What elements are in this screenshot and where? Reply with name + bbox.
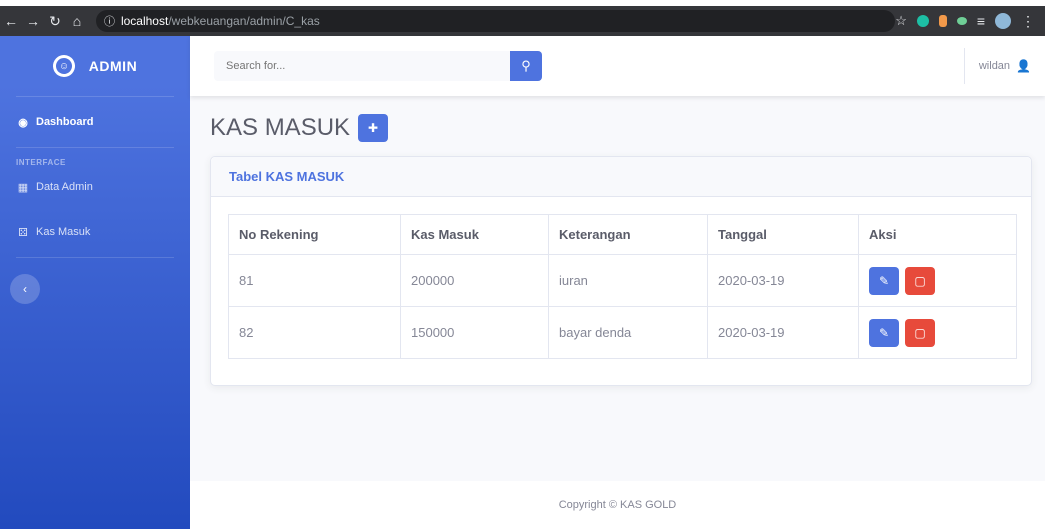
users-icon: ⚄ bbox=[18, 226, 28, 239]
cell-aksi: ✎ ▢ bbox=[858, 254, 1017, 307]
table-row: 81 200000 iuran 2020-03-19 ✎ ▢ bbox=[228, 254, 1017, 307]
column-header: No Rekening bbox=[228, 214, 401, 255]
card-header: Tabel KAS MASUK bbox=[211, 157, 1031, 197]
edit-button[interactable]: ✎ bbox=[869, 318, 899, 347]
cell-tanggal: 2020-03-19 bbox=[707, 254, 859, 307]
topbar: ⚲ wildan 👤 bbox=[190, 36, 1045, 96]
forward-icon[interactable]: → bbox=[22, 13, 44, 29]
info-icon[interactable]: ⓘ bbox=[104, 13, 115, 29]
column-header: Keterangan bbox=[548, 214, 708, 255]
home-icon[interactable]: ⌂ bbox=[66, 13, 88, 29]
sidebar-item-dashboard[interactable]: ◉ Dashboard bbox=[0, 97, 190, 147]
cell-aksi: ✎ ▢ bbox=[858, 306, 1017, 359]
pencil-icon: ✎ bbox=[878, 325, 890, 340]
table-icon: ▦ bbox=[17, 181, 29, 194]
column-header: Aksi bbox=[858, 214, 1017, 255]
column-header: Tanggal bbox=[707, 214, 859, 255]
edit-button[interactable]: ✎ bbox=[869, 266, 899, 295]
cell-keterangan: iuran bbox=[548, 254, 708, 307]
kebab-menu-icon[interactable]: ⋮ bbox=[1021, 13, 1035, 30]
search-form: ⚲ bbox=[214, 51, 542, 81]
add-kas-button[interactable]: ✚ bbox=[358, 114, 389, 142]
url-host: localhost bbox=[120, 14, 169, 28]
user-name: wildan bbox=[978, 60, 1011, 72]
user-dropdown[interactable]: wildan 👤 bbox=[965, 59, 1045, 73]
tachometer-icon: ◉ bbox=[18, 116, 28, 129]
cell-no-rekening: 82 bbox=[228, 306, 401, 359]
trash-icon: ▢ bbox=[914, 273, 926, 288]
cell-no-rekening: 81 bbox=[228, 254, 401, 307]
pencil-icon: ✎ bbox=[878, 273, 890, 288]
profile-avatar[interactable] bbox=[995, 13, 1012, 29]
user-plus-icon: ✚ bbox=[368, 121, 379, 135]
sidebar-divider bbox=[16, 257, 174, 258]
user-icon: 👤 bbox=[1016, 59, 1031, 73]
extension-icon[interactable] bbox=[916, 15, 929, 27]
sidebar-item-label: Kas Masuk bbox=[36, 226, 91, 238]
url-path: /webkeuangan/admin/C_kas bbox=[168, 14, 320, 28]
delete-button[interactable]: ▢ bbox=[905, 318, 935, 347]
sidebar-brand[interactable]: ☺ ADMIN bbox=[0, 36, 190, 96]
sidebar-item-data-admin[interactable]: ▦ Data Admin bbox=[0, 167, 190, 207]
cell-tanggal: 2020-03-19 bbox=[707, 306, 859, 359]
footer: Copyright © KAS GOLD bbox=[190, 481, 1045, 529]
laugh-wink-icon: ☺ bbox=[50, 52, 78, 80]
extension-icon[interactable] bbox=[938, 15, 947, 27]
reload-icon[interactable]: ↻ bbox=[44, 13, 66, 30]
address-bar[interactable]: ⓘ localhost /webkeuangan/admin/C_kas bbox=[95, 10, 896, 32]
cell-kas-masuk: 200000 bbox=[400, 254, 549, 307]
kas-masuk-card: Tabel KAS MASUK No Rekening Kas Masuk Ke… bbox=[210, 156, 1032, 386]
search-icon: ⚲ bbox=[521, 58, 531, 73]
table-header-row: No Rekening Kas Masuk Keterangan Tanggal… bbox=[228, 214, 1017, 255]
page-heading: KAS MASUK ✚ bbox=[210, 114, 389, 142]
table-row: 82 150000 bayar denda 2020-03-19 ✎ ▢ bbox=[228, 306, 1017, 359]
column-header: Kas Masuk bbox=[400, 214, 549, 255]
extension-icon[interactable] bbox=[956, 17, 967, 25]
page-title: KAS MASUK bbox=[210, 114, 351, 141]
back-icon[interactable]: ← bbox=[0, 13, 22, 29]
sidebar-item-kas-masuk[interactable]: ⚄ Kas Masuk bbox=[0, 207, 190, 257]
sidebar-item-label: Data Admin bbox=[36, 181, 93, 193]
sidebar-item-label: Dashboard bbox=[36, 116, 94, 128]
sidebar-toggle-button[interactable]: ‹ bbox=[10, 274, 40, 304]
bookmark-star-icon[interactable]: ☆ bbox=[895, 13, 907, 29]
search-button[interactable]: ⚲ bbox=[510, 51, 542, 81]
chevron-left-icon: ‹ bbox=[23, 282, 27, 296]
sidebar-heading: INTERFACE bbox=[16, 158, 66, 167]
kas-masuk-table: No Rekening Kas Masuk Keterangan Tanggal… bbox=[228, 214, 1017, 359]
sidebar: ☺ ADMIN ◉ Dashboard INTERFACE ▦ Data Adm… bbox=[0, 36, 190, 529]
browser-toolbar: ← → ↻ ⌂ ⓘ localhost /webkeuangan/admin/C… bbox=[0, 6, 1045, 36]
cell-kas-masuk: 150000 bbox=[400, 306, 549, 359]
brand-text: ADMIN bbox=[88, 58, 138, 74]
cell-keterangan: bayar denda bbox=[548, 306, 708, 359]
reading-list-icon[interactable]: ≡ bbox=[977, 13, 985, 29]
search-input[interactable] bbox=[214, 51, 510, 81]
delete-button[interactable]: ▢ bbox=[905, 266, 935, 295]
trash-icon: ▢ bbox=[914, 325, 926, 340]
copyright-text: Copyright © KAS GOLD bbox=[558, 499, 677, 511]
